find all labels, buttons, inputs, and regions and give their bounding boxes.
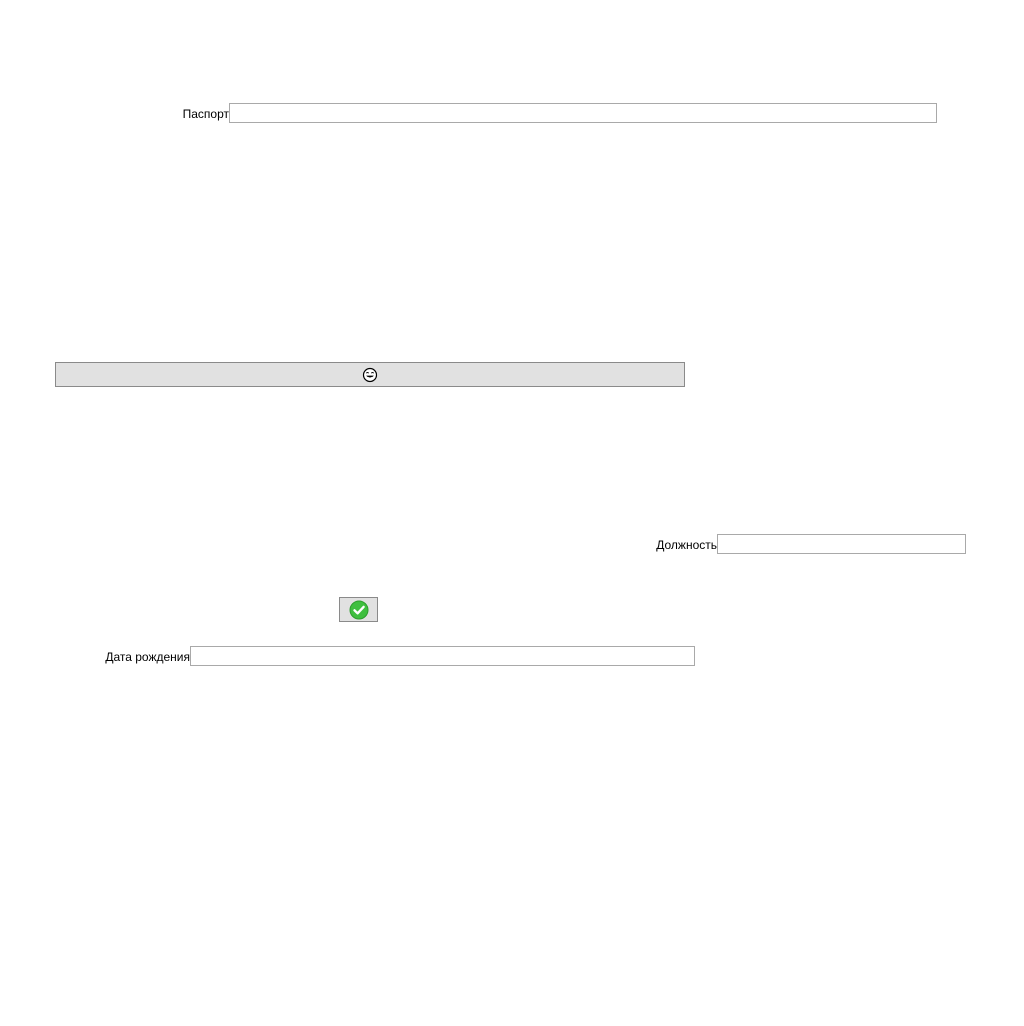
laughing-face-icon: [362, 367, 378, 383]
position-input[interactable]: [717, 534, 966, 554]
position-label: Должность: [656, 538, 717, 552]
passport-label: Паспорт: [182, 107, 229, 121]
wide-action-button[interactable]: [55, 362, 685, 387]
birth-date-label: Дата рождения: [105, 650, 190, 664]
birth-date-input[interactable]: [190, 646, 695, 666]
confirm-button[interactable]: [339, 597, 378, 622]
checkmark-icon: [349, 600, 369, 620]
passport-input[interactable]: [229, 103, 937, 123]
